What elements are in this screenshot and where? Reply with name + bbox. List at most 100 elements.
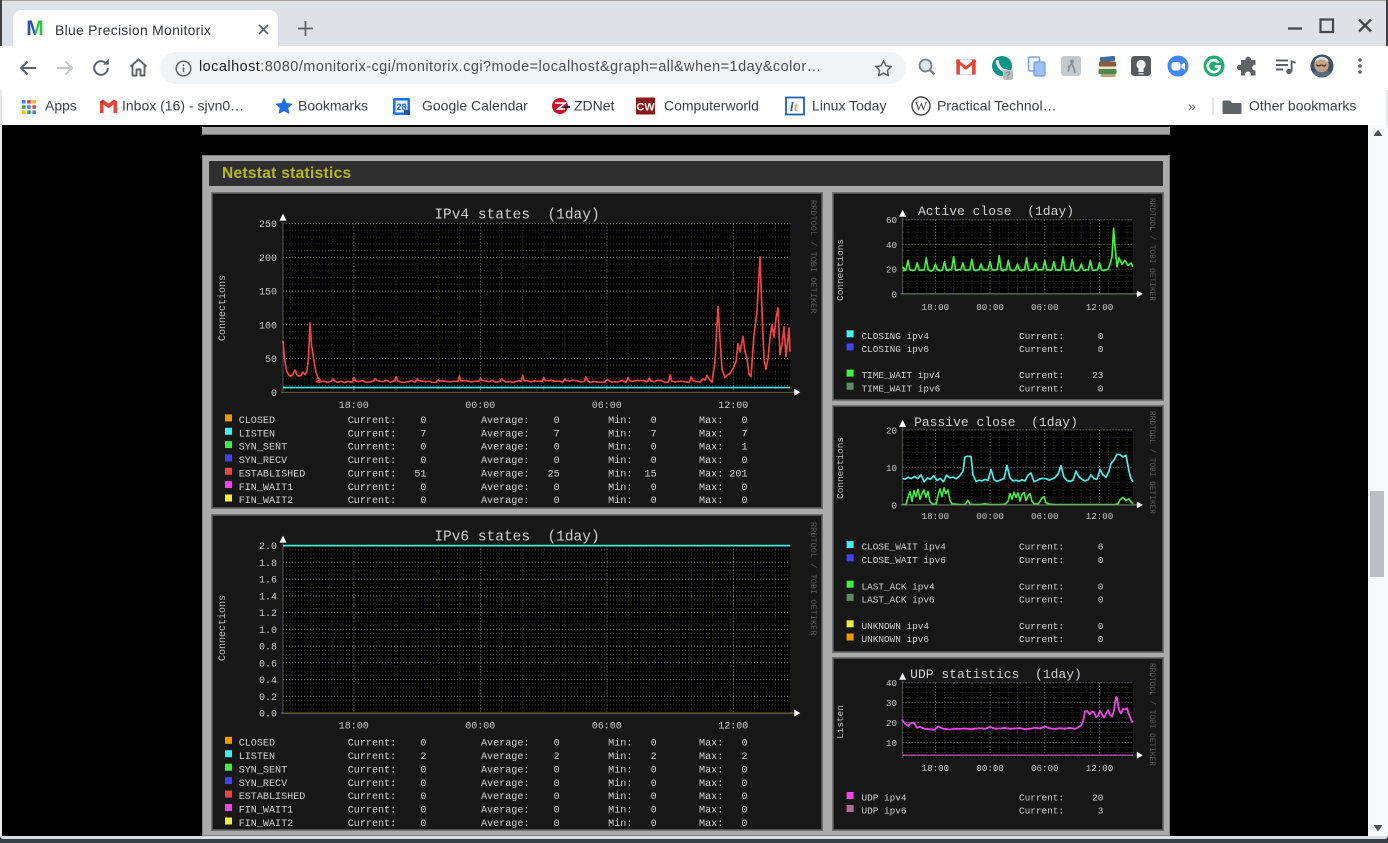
svg-text:W: W (915, 99, 928, 114)
svg-text:IPv6 states (1day): IPv6 states (1day) (434, 530, 599, 546)
svg-text:06:00: 06:00 (592, 722, 622, 733)
svg-text:00:00: 00:00 (976, 763, 1004, 774)
svg-text:SYN_SENT Current:: SYN_SENT Current: 0 Average: 0 Min: 0 Ma… (239, 764, 748, 776)
svg-text:12:00: 12:00 (718, 401, 748, 412)
svg-text:FIN_WAIT1 Current:: FIN_WAIT1 Current: 0 Average: 0 Min: 0 M… (239, 805, 748, 817)
svg-text:Google Calendar: Google Calendar (422, 98, 528, 114)
svg-text:ESTABLISHED Current:: ESTABLISHED Current: 0 Average: 0 Min: 0… (239, 791, 748, 803)
svg-text:20: 20 (886, 265, 897, 276)
svg-text:LISTEN Current:: LISTEN Current: 2 Average: 2 Min: 2 Max:… (239, 751, 748, 763)
svg-text:0.4: 0.4 (259, 676, 277, 687)
svg-text:Practical Technol…: Practical Technol… (937, 98, 1057, 114)
svg-text:Inbox (16) - sjvn0…: Inbox (16) - sjvn0… (122, 98, 244, 114)
svg-text:1.0: 1.0 (259, 626, 277, 637)
svg-text:0: 0 (891, 500, 897, 511)
svg-text:30: 30 (886, 698, 897, 709)
svg-text:60: 60 (886, 215, 897, 226)
svg-text:CLOSED Current:: CLOSED Current: 0 Average: 0 Min: 0 Max:… (239, 415, 748, 427)
svg-text:00:00: 00:00 (465, 722, 495, 733)
svg-text:2.0: 2.0 (259, 542, 277, 553)
svg-text:Connections: Connections (835, 239, 846, 301)
svg-text:RRDTOOL / TOBI OETIKER: RRDTOOL / TOBI OETIKER (1147, 198, 1155, 301)
svg-text:IPv4 states (1day): IPv4 states (1day) (434, 208, 599, 224)
svg-text:1.8: 1.8 (259, 559, 277, 570)
svg-text:Bookmarks: Bookmarks (298, 98, 368, 114)
svg-text:TIME_WAIT ipv6 Cu: TIME_WAIT ipv6 Current: 0 (862, 383, 1104, 394)
svg-text:1.2: 1.2 (259, 609, 277, 620)
svg-text:UNKNOWN ipv6 Cu: UNKNOWN ipv6 Current: 0 (862, 634, 1104, 645)
svg-text:LISTEN Current:: LISTEN Current: 7 Average: 7 Min: 7 Max:… (239, 428, 748, 440)
svg-text:ZDNet: ZDNet (574, 98, 615, 114)
svg-text:12:00: 12:00 (1086, 302, 1114, 313)
svg-text:50: 50 (265, 355, 277, 366)
svg-text:18:00: 18:00 (339, 401, 369, 412)
svg-text:UNKNOWN ipv4 Cu: UNKNOWN ipv4 Current: 0 (862, 621, 1104, 632)
svg-text:40: 40 (886, 240, 897, 251)
svg-text:150: 150 (259, 288, 277, 299)
svg-text:LAST_ACK ipv6 Cu: LAST_ACK ipv6 Current: 0 (862, 595, 1104, 606)
svg-text:10: 10 (886, 463, 897, 474)
svg-text:RRDTOOL / TOBI OETIKER: RRDTOOL / TOBI OETIKER (1147, 663, 1155, 766)
svg-text:18:00: 18:00 (339, 722, 369, 733)
svg-text:RRDTOOL / TOBI OETIKER: RRDTOOL / TOBI OETIKER (808, 200, 818, 313)
svg-text:CLOSE_WAIT ipv4 Cu: CLOSE_WAIT ipv4 Current: 6 (862, 542, 1104, 553)
svg-text:0.8: 0.8 (259, 643, 277, 654)
svg-text:12:00: 12:00 (1086, 763, 1114, 774)
svg-text:12:00: 12:00 (1086, 511, 1114, 522)
svg-text:100: 100 (259, 321, 277, 332)
svg-text:06:00: 06:00 (1031, 302, 1059, 313)
svg-text:t: t (794, 99, 798, 114)
svg-text:0.2: 0.2 (259, 693, 277, 704)
svg-text:18:00: 18:00 (922, 511, 950, 522)
svg-text:UDP ipv6 Cu: UDP ipv6 Current: 3 (862, 806, 1104, 817)
svg-text:Apps: Apps (45, 98, 77, 114)
svg-text:TIME_WAIT ipv4 Cu: TIME_WAIT ipv4 Current: 23 (862, 370, 1104, 381)
svg-text:Linux Today: Linux Today (812, 98, 886, 114)
svg-text:Connections: Connections (217, 275, 229, 341)
svg-text:CLOSE_WAIT ipv6 Cu: CLOSE_WAIT ipv6 Current: 0 (862, 555, 1104, 566)
svg-text:RRDTOOL / TOBI OETIKER: RRDTOOL / TOBI OETIKER (808, 522, 818, 635)
svg-text:0.6: 0.6 (259, 659, 277, 670)
svg-text:1.6: 1.6 (259, 576, 277, 587)
svg-text:Active close (1day): Active close (1day) (918, 204, 1074, 219)
svg-text:0: 0 (271, 389, 277, 400)
svg-text:ESTABLISHED Current: 5: ESTABLISHED Current: 51 Average: 25 Min:… (239, 468, 748, 480)
svg-text:CLOSING ipv4 Cu: CLOSING ipv4 Current: 0 (862, 331, 1104, 342)
svg-text:Passive close (1day): Passive close (1day) (914, 415, 1078, 430)
svg-text:18:00: 18:00 (922, 302, 950, 313)
svg-text:Computerworld: Computerworld (664, 98, 759, 114)
svg-text:M: M (26, 17, 44, 38)
svg-text:Connections: Connections (835, 437, 846, 499)
svg-text:250: 250 (259, 220, 277, 231)
svg-text:SYN_RECV Current:: SYN_RECV Current: 0 Average: 0 Min: 0 Ma… (239, 778, 748, 790)
svg-text:00:00: 00:00 (465, 401, 495, 412)
svg-text:SYN_SENT Current:: SYN_SENT Current: 0 Average: 0 Min: 0 Ma… (239, 442, 748, 454)
svg-text:20: 20 (886, 425, 897, 436)
svg-text:FIN_WAIT2 Current:: FIN_WAIT2 Current: 0 Average: 0 Min: 0 M… (239, 818, 748, 830)
svg-text:Listen: Listen (835, 705, 846, 739)
svg-text:200: 200 (259, 254, 277, 265)
svg-text:18:00: 18:00 (922, 763, 950, 774)
svg-text:RRDTOOL / TOBI OETIKER: RRDTOOL / TOBI OETIKER (1147, 411, 1155, 514)
svg-text:UDP ipv4 Cu: UDP ipv4 Current: 20 (862, 793, 1104, 804)
svg-text:06:00: 06:00 (1031, 511, 1059, 522)
svg-text:?: ? (1005, 70, 1011, 80)
svg-text:00:00: 00:00 (976, 302, 1004, 313)
svg-text:»: » (1188, 98, 1196, 114)
svg-text:06:00: 06:00 (1031, 763, 1059, 774)
svg-text:CLOSING ipv6 Cu: CLOSING ipv6 Current: 0 (862, 344, 1104, 355)
svg-text:FIN_WAIT2 Current:: FIN_WAIT2 Current: 0 Average: 0 Min: 0 M… (239, 495, 748, 507)
svg-text:CLOSED Current:: CLOSED Current: 0 Average: 0 Min: 0 Max:… (239, 737, 748, 749)
svg-text:10: 10 (886, 738, 897, 749)
svg-text:CW: CW (636, 102, 655, 114)
svg-text:12:00: 12:00 (718, 722, 748, 733)
svg-text:UDP statistics (1day): UDP statistics (1day) (910, 667, 1082, 682)
svg-text:SYN_RECV Current:: SYN_RECV Current: 0 Average: 0 Min: 0 Ma… (239, 455, 748, 467)
svg-text:20: 20 (886, 718, 897, 729)
svg-text:FIN_WAIT1 Current:: FIN_WAIT1 Current: 0 Average: 0 Min: 0 M… (239, 482, 748, 494)
svg-text:00:00: 00:00 (976, 511, 1004, 522)
svg-text:Other bookmarks: Other bookmarks (1249, 98, 1356, 114)
svg-text:LAST_ACK ipv4 Cu: LAST_ACK ipv4 Current: 0 (862, 581, 1104, 592)
svg-text:0: 0 (891, 289, 897, 300)
svg-text:40: 40 (886, 678, 897, 689)
